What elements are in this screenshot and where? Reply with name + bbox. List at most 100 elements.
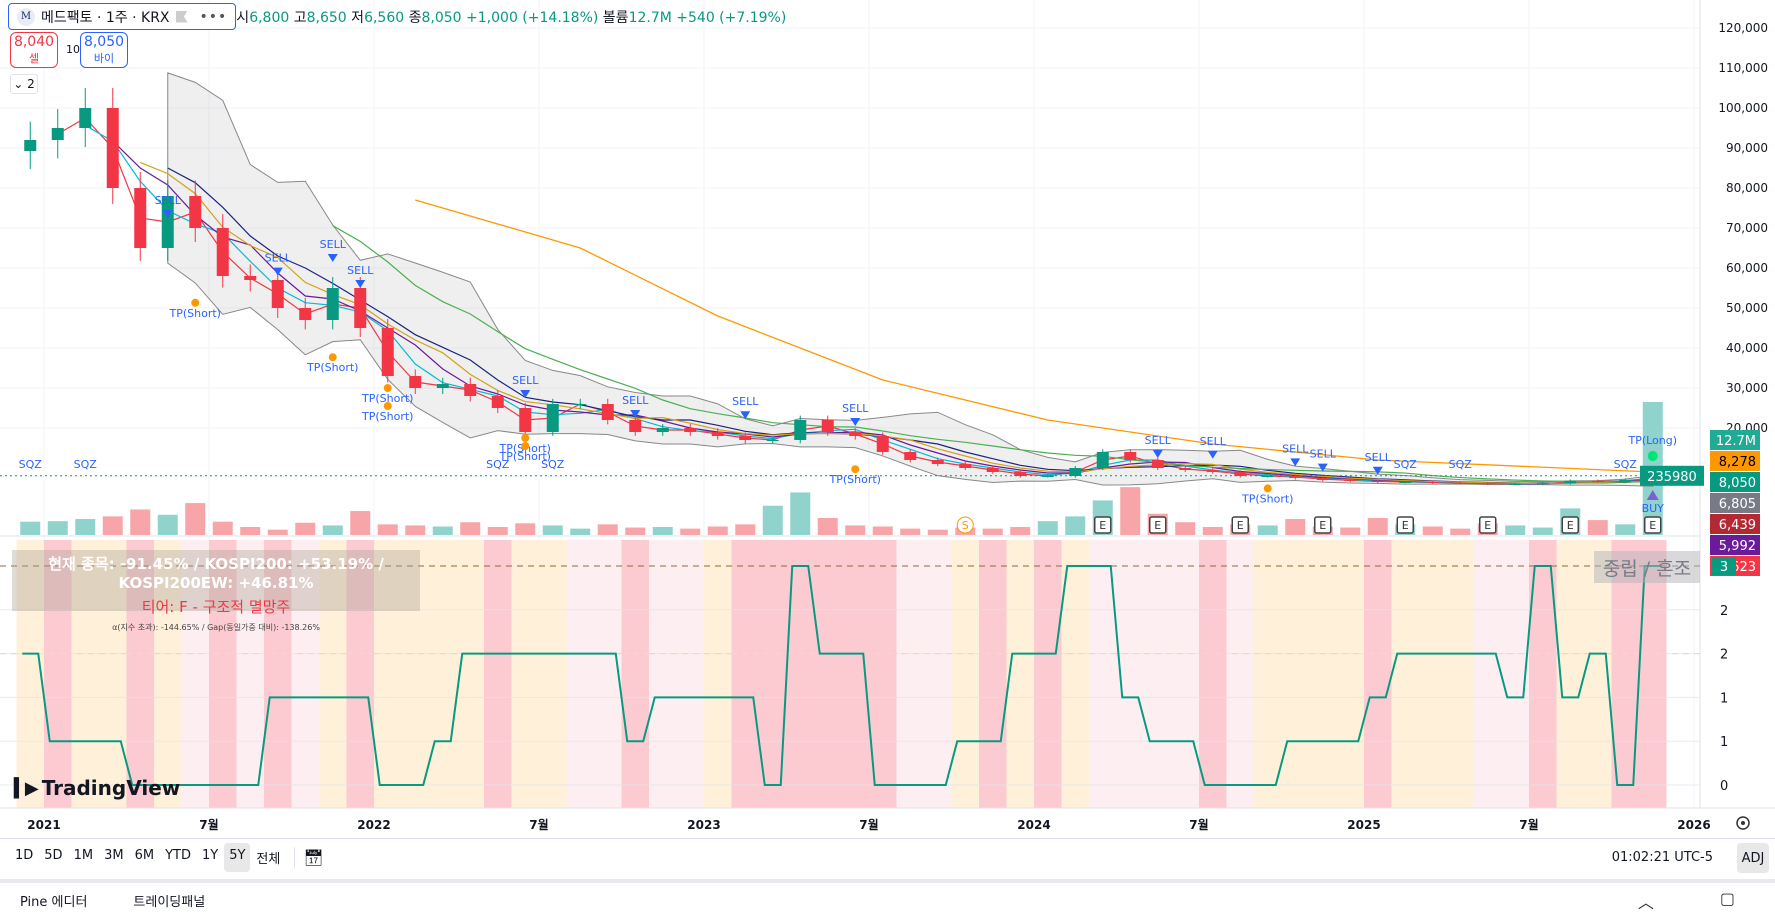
range-1d[interactable]: 1D — [10, 843, 38, 872]
candle-body — [876, 436, 889, 452]
volume-bar — [75, 519, 96, 535]
indicator-tick: 2 — [1720, 604, 1728, 619]
indicator-tick: 1 — [1720, 735, 1728, 750]
symbol-logo: M — [17, 7, 35, 26]
volume-bar — [570, 528, 591, 535]
annotation-sell: SELL — [512, 374, 539, 387]
adjust-button[interactable]: ADJ — [1737, 843, 1769, 873]
chart-canvas[interactable]: 2021 7월 2022 7월 2023 7월 2024 7월 2025 7월 2026120,00… — [0, 0, 1775, 838]
maximize-icon[interactable]: ▢ — [1720, 889, 1735, 913]
range-6m[interactable]: 6M — [130, 843, 160, 872]
range-1m[interactable]: 1M — [69, 843, 99, 872]
candle-body — [1316, 478, 1329, 480]
clock[interactable]: 01:02:21 UTC-5 — [1612, 850, 1713, 865]
annotation-sell: SELL — [1282, 442, 1309, 455]
trading-panel-tab[interactable]: 트레이딩패널 — [133, 891, 205, 910]
candle-body — [821, 420, 834, 432]
earnings-event-badge: E — [1149, 516, 1167, 534]
indicator-bg-band — [566, 540, 594, 808]
volume-bar — [47, 521, 68, 535]
candle-body — [1124, 452, 1137, 460]
tp-short-dot-icon — [521, 442, 530, 450]
tradingview-logo-mark: ▍▶ — [14, 777, 39, 799]
open-value: 6,800 — [249, 9, 290, 26]
candle-body — [1179, 468, 1192, 470]
candle-body — [1481, 483, 1494, 485]
candle-body — [1509, 484, 1522, 485]
chevron-up-icon[interactable]: ︿ — [1638, 889, 1654, 913]
range-3m[interactable]: 3M — [99, 843, 129, 872]
indicator-bg-band — [704, 540, 732, 808]
range-ytd[interactable]: YTD — [160, 843, 196, 872]
indicator-bg-band — [1171, 540, 1199, 808]
quantity[interactable]: 10 — [66, 43, 80, 56]
buy-label: 바이 — [93, 52, 115, 65]
info-line-tier: 티어: F - 구조적 멸망주 — [141, 598, 291, 616]
indicator-bg-band — [951, 540, 979, 808]
annotation-sqz: SQZ — [541, 458, 565, 471]
range-전체[interactable]: 전체 — [251, 843, 285, 872]
candle-body — [1564, 480, 1577, 484]
annotation-sell: SELL — [1200, 435, 1227, 448]
range-5y[interactable]: 5Y — [224, 843, 251, 872]
time-label: 7월 — [1189, 817, 1208, 832]
indicator-bg-band — [649, 540, 677, 808]
annotation-tp: TP(Short) — [361, 410, 413, 423]
indicator-bg-band — [979, 540, 1007, 808]
annotation-sell: SELL — [622, 394, 649, 407]
candle-body — [766, 440, 779, 441]
candle-body — [656, 428, 669, 432]
indicator-current-value: 3 — [1720, 560, 1728, 575]
volume-bar — [1065, 516, 1086, 535]
volume-value: 12.7M — [628, 9, 672, 26]
low-value: 6,560 — [364, 9, 405, 26]
earnings-event-badge: E — [1479, 516, 1497, 534]
candle-body — [931, 460, 944, 464]
indicator-bg-band — [1391, 540, 1419, 808]
event-letter: E — [1649, 519, 1656, 532]
candle-body — [629, 420, 642, 432]
more-icon[interactable]: ••• — [200, 9, 228, 25]
regime-label: 중립 / 혼조 — [1594, 551, 1700, 583]
candle-body — [79, 108, 92, 128]
range-1y[interactable]: 1Y — [197, 843, 223, 872]
volume-bar — [432, 526, 453, 535]
volume-bar — [1340, 527, 1361, 535]
annotation-sqz: SQZ — [486, 458, 510, 471]
indicator-bg-band — [1364, 540, 1392, 808]
indicators-collapse-button[interactable]: ⌄ 2 — [10, 74, 38, 94]
range-5d[interactable]: 5D — [39, 843, 67, 872]
volume-bar — [872, 526, 893, 535]
low-label: 저 — [351, 9, 365, 26]
volume-bar — [130, 509, 151, 535]
volume-bar — [295, 522, 316, 535]
candle-body — [436, 384, 449, 388]
flag-icon[interactable] — [175, 10, 188, 23]
settings-icon[interactable] — [1736, 816, 1750, 830]
sell-button[interactable]: 8,040 셀 — [10, 32, 58, 68]
divider — [294, 846, 296, 869]
high-label: 고 — [293, 9, 307, 26]
range-toolbar: 1D 5D 1M 3M 6M YTD 1Y 5Y 전체 📅︎ 01:02:21 UTC-5 AD… — [0, 838, 1775, 876]
time-label: 2025 — [1347, 818, 1380, 832]
candle-body — [794, 420, 807, 440]
split-event-badge: S — [956, 516, 974, 534]
indicator-tick: 0 — [1720, 779, 1728, 794]
event-letter: S — [962, 519, 969, 532]
pine-editor-tab[interactable]: Pine 에디터 — [20, 891, 87, 910]
volume-bar — [680, 528, 701, 535]
time-label: 7월 — [1519, 817, 1538, 832]
price-tick: 60,000 — [1726, 261, 1768, 275]
symbol-name: 메드팩토 · 1주 · KRX — [41, 9, 170, 26]
annotation-sell: SELL — [1310, 448, 1337, 461]
buy-button[interactable]: 8,050 바이 — [80, 32, 128, 68]
volume-bar — [1587, 520, 1608, 535]
price-tick: 30,000 — [1726, 381, 1768, 395]
annotation-sell: SELL — [1365, 451, 1392, 464]
tradingview-logo[interactable]: ▍▶ TradingView — [14, 776, 180, 800]
indicator-bg-band — [1226, 540, 1254, 808]
candle-body — [1206, 470, 1219, 472]
symbol-selector[interactable]: M 메드팩토 · 1주 · KRX ••• — [8, 3, 237, 30]
price-tick: 80,000 — [1726, 181, 1768, 195]
date-range-icon[interactable]: 📅︎ — [303, 848, 323, 867]
